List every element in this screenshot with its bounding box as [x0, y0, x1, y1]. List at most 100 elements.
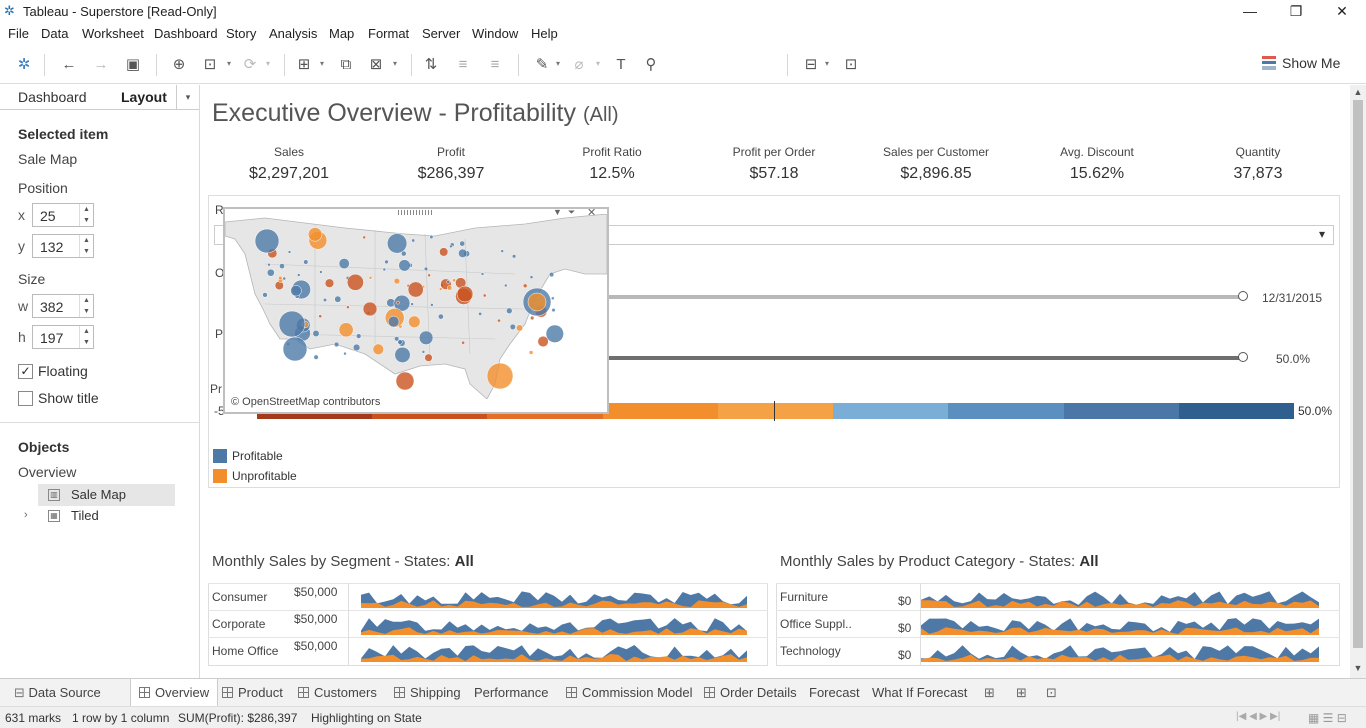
state-bubble[interactable] — [439, 247, 449, 257]
menu-file[interactable]: File — [8, 26, 29, 41]
height-input[interactable]: 197 ▲ ▼ — [32, 325, 94, 349]
x-stepper-icon[interactable]: ▲ ▼ — [79, 204, 93, 226]
state-bubble[interactable] — [430, 303, 434, 307]
state-bubble[interactable] — [333, 341, 340, 348]
presentation-layout-icon[interactable]: ⊟ — [800, 54, 822, 76]
tab-commission-model[interactable]: Commission Model — [558, 679, 701, 707]
tab-data-source[interactable]: ⊟ Data Source — [6, 679, 109, 707]
floating-checkbox[interactable]: ✓ — [18, 364, 33, 379]
state-bubble[interactable] — [410, 302, 414, 306]
kpi-avg-discount[interactable]: Avg. Discount 15.62% — [1022, 145, 1172, 183]
menu-story[interactable]: Story — [226, 26, 256, 41]
state-bubble[interactable] — [408, 315, 421, 328]
state-bubble[interactable] — [338, 322, 354, 338]
state-bubble[interactable] — [509, 323, 516, 330]
kpi-profit[interactable]: Profit $286,397 — [376, 145, 526, 183]
state-bubble[interactable] — [319, 270, 323, 274]
objects-root[interactable]: Overview — [18, 464, 76, 480]
pane-menu-icon[interactable]: ▾ — [176, 85, 199, 109]
kpi-profit-ratio[interactable]: Profit Ratio 12.5% — [537, 145, 687, 183]
state-bubble[interactable] — [290, 285, 302, 297]
duplicate-sheet-icon[interactable]: ⧉ — [335, 54, 357, 76]
state-bubble[interactable] — [459, 240, 466, 247]
new-dashboard-tab-icon[interactable]: ⊞ — [1008, 679, 1035, 707]
new-data-source-icon[interactable]: ⊕ — [168, 54, 190, 76]
redo-icon[interactable]: → — [90, 54, 112, 76]
presentation-mode-icon[interactable]: ⊡ — [840, 54, 862, 76]
menu-worksheet[interactable]: Worksheet — [82, 26, 144, 41]
tab-what-if-forecast[interactable]: What If Forecast — [864, 679, 975, 707]
refresh-icon[interactable]: ⟳ — [239, 54, 261, 76]
tab-forecast[interactable]: Forecast — [801, 679, 868, 707]
close-window-button[interactable]: ✕ — [1319, 0, 1365, 22]
menu-data[interactable]: Data — [41, 26, 68, 41]
state-bubble[interactable] — [527, 292, 547, 312]
x-position-input[interactable]: 25 ▲ ▼ — [32, 203, 94, 227]
state-bubble[interactable] — [387, 315, 400, 328]
sort-ascending-icon[interactable]: ≡ — [452, 54, 474, 76]
h-stepper-icon[interactable]: ▲ ▼ — [79, 326, 93, 348]
state-bubble[interactable] — [511, 254, 517, 259]
state-bubble[interactable] — [438, 287, 443, 291]
menu-analysis[interactable]: Analysis — [269, 26, 317, 41]
attach-icon[interactable]: ⌀ — [568, 54, 590, 76]
tab-dashboard[interactable]: Dashboard — [18, 89, 87, 105]
state-bubble[interactable] — [352, 343, 361, 352]
state-bubble[interactable] — [387, 233, 408, 254]
state-bubble[interactable] — [504, 283, 508, 288]
sales-area[interactable] — [361, 591, 747, 608]
state-bubble[interactable] — [528, 350, 534, 355]
state-bubble[interactable] — [497, 318, 501, 323]
legend-profitable[interactable]: Profitable — [232, 449, 283, 463]
state-bubble[interactable] — [398, 259, 411, 272]
state-bubble[interactable] — [418, 330, 434, 345]
state-bubble[interactable] — [506, 307, 513, 314]
slider-handle[interactable] — [1238, 291, 1248, 301]
state-bubble[interactable] — [549, 272, 555, 278]
state-bubble[interactable] — [438, 313, 444, 320]
kpi-profit-per-order[interactable]: Profit per Order $57.18 — [699, 145, 849, 183]
map-canvas[interactable] — [225, 214, 607, 399]
state-bubble[interactable] — [429, 234, 434, 240]
state-bubble[interactable] — [282, 336, 308, 362]
new-worksheet-tab-icon[interactable]: ⊞ — [976, 679, 1003, 707]
w-stepper-icon[interactable]: ▲ ▼ — [79, 295, 93, 317]
profit-ratio-slider[interactable] — [601, 352, 1248, 362]
state-bubble[interactable] — [307, 227, 323, 242]
state-bubble[interactable] — [362, 235, 366, 240]
scroll-thumb[interactable] — [1353, 100, 1363, 648]
y-position-input[interactable]: 132 ▲ ▼ — [32, 234, 94, 258]
state-bubble[interactable] — [530, 315, 535, 321]
menu-format[interactable]: Format — [368, 26, 409, 41]
kpi-sales[interactable]: Sales $2,297,201 — [214, 145, 364, 183]
state-bubble[interactable] — [297, 273, 301, 277]
scroll-up-icon[interactable]: ▲ — [1350, 87, 1366, 97]
y-stepper-icon[interactable]: ▲ ▼ — [79, 235, 93, 257]
state-bubble[interactable] — [382, 267, 387, 272]
state-bubble[interactable] — [324, 278, 335, 288]
menu-window[interactable]: Window — [472, 26, 518, 41]
new-story-tab-icon[interactable]: ⊡ — [1038, 679, 1065, 707]
tab-customers[interactable]: Customers — [290, 679, 385, 707]
tab-performance[interactable]: Performance — [466, 679, 556, 707]
state-bubble[interactable] — [529, 275, 534, 279]
menu-help[interactable]: Help — [531, 26, 558, 41]
show-labels-icon[interactable]: T — [610, 54, 632, 76]
state-bubble[interactable] — [396, 300, 400, 305]
state-bubble[interactable] — [395, 371, 415, 391]
sale-map[interactable]: ▼ ⏷ ✕ © OpenStreetMap contributors — [223, 207, 609, 414]
pause-updates-icon[interactable]: ⊡ — [199, 54, 221, 76]
state-bubble[interactable] — [551, 308, 556, 313]
state-bubble[interactable] — [478, 311, 483, 316]
state-bubble[interactable] — [343, 351, 347, 356]
sheet-navigation-icon[interactable]: |◀ ◀ ▶ ▶| — [1236, 711, 1280, 722]
category-sparklines[interactable] — [921, 583, 1321, 666]
show-me-button[interactable]: Show Me — [1262, 55, 1340, 75]
legend-unprofitable[interactable]: Unprofitable — [232, 469, 297, 483]
state-bubble[interactable] — [312, 330, 320, 337]
object-item-tiled[interactable]: Tiled — [71, 508, 99, 523]
state-bubble[interactable] — [397, 339, 403, 345]
menu-map[interactable]: Map — [329, 26, 354, 41]
tab-overview[interactable]: Overview — [130, 679, 219, 707]
state-bubble[interactable] — [372, 343, 384, 355]
